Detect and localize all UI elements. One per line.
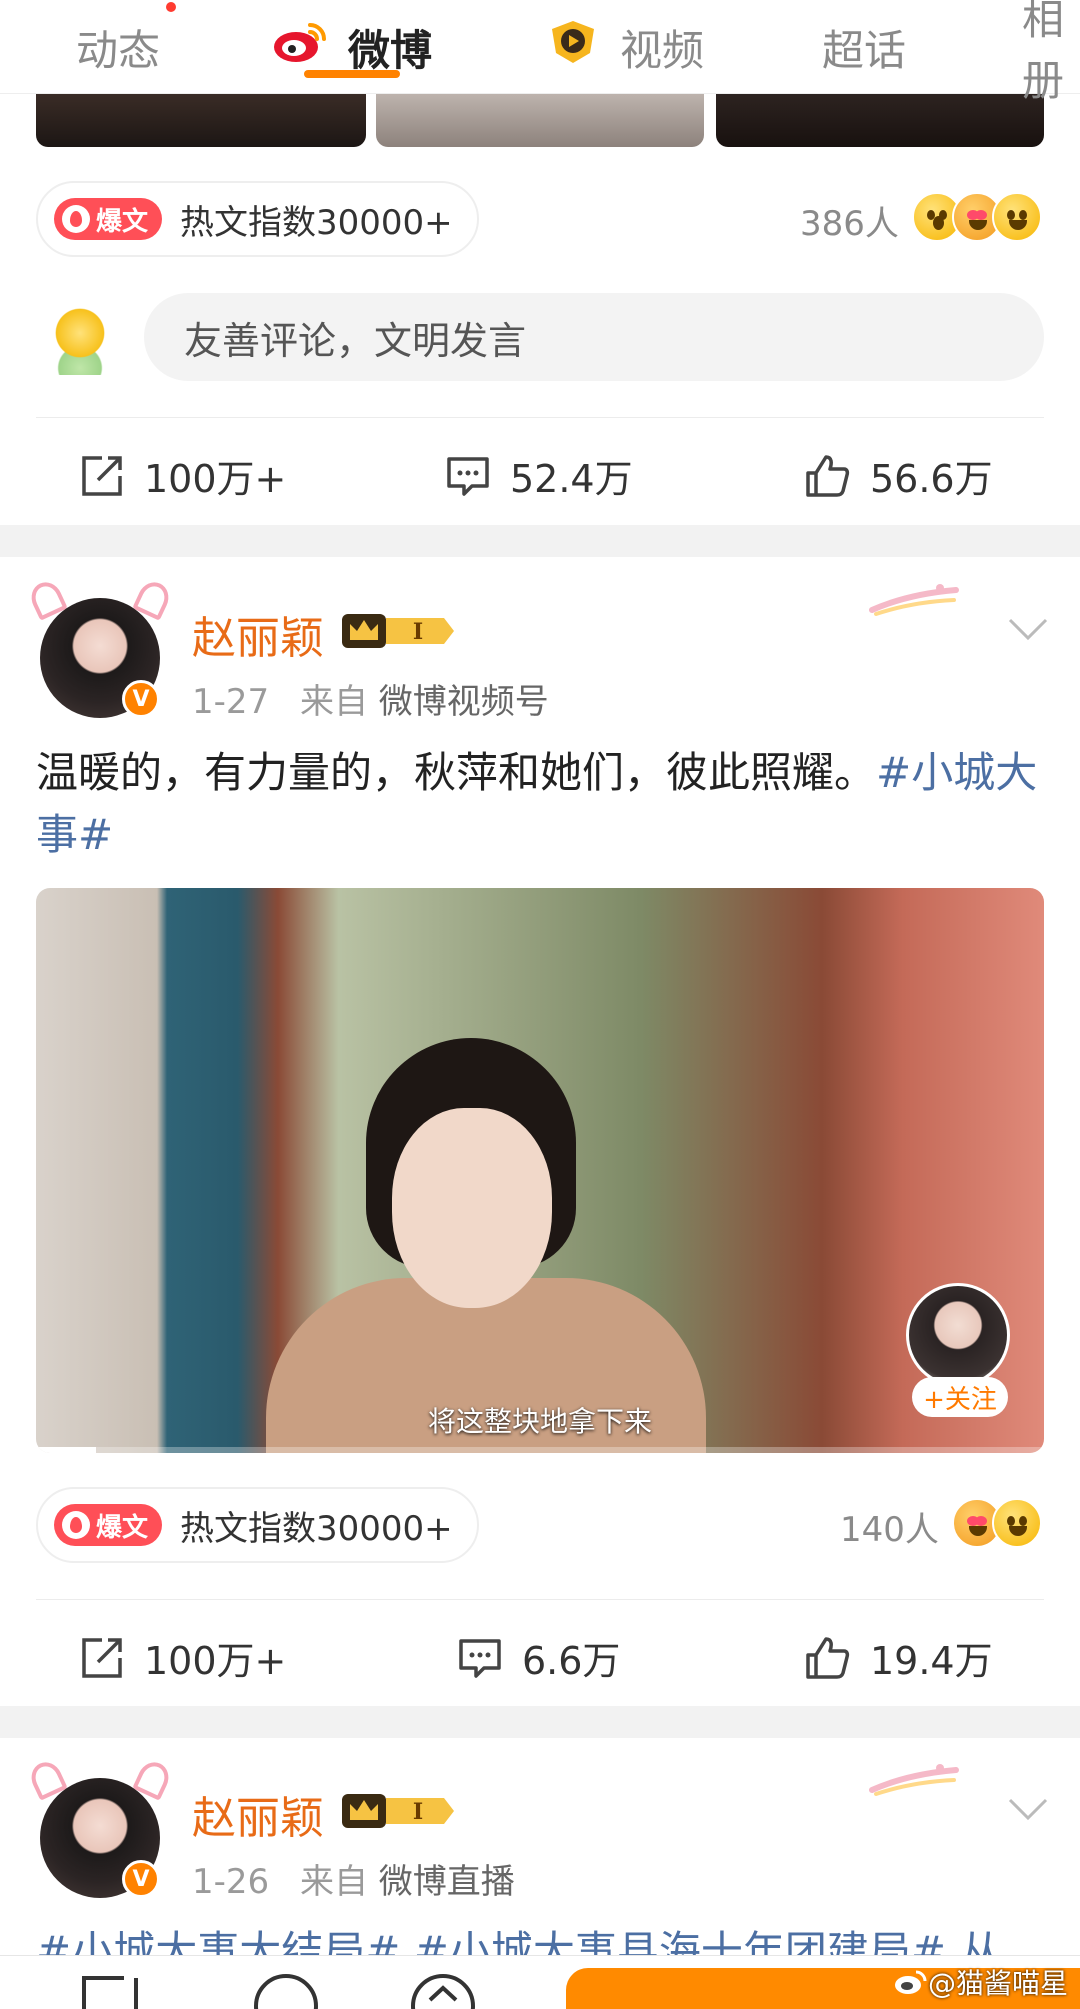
hot-badge-label: 爆文 bbox=[96, 1512, 149, 1543]
vip-crown-icon: I bbox=[342, 1794, 454, 1828]
like-count: 19.4万 bbox=[870, 1639, 993, 1683]
reaction-count[interactable]: 140人 bbox=[840, 1502, 939, 1551]
tab-dynamics[interactable]: 动态 bbox=[76, 0, 160, 94]
hot-badge-label: 爆文 bbox=[96, 206, 149, 237]
user-avatar bbox=[48, 305, 112, 375]
post-meta: 1-27 来自 微博视频号 bbox=[192, 674, 549, 723]
share-icon bbox=[82, 455, 122, 496]
like-button[interactable]: 56.6万 bbox=[804, 448, 993, 503]
top-tab-bar: 动态 微博 视频 超话 相册 bbox=[0, 0, 1080, 105]
repost-count: 100万+ bbox=[144, 457, 287, 501]
comment-button[interactable]: 6.6万 bbox=[458, 1630, 620, 1685]
post-source[interactable]: 微博视频号 bbox=[379, 682, 549, 722]
weibo-logo-icon bbox=[894, 1970, 927, 1994]
watermark: @猫酱喵星 bbox=[894, 1962, 1068, 2002]
comment-count: 6.6万 bbox=[522, 1639, 621, 1683]
author-avatar[interactable]: V bbox=[26, 577, 174, 718]
tab-label: 超话 bbox=[822, 25, 907, 75]
tab-label: 微博 bbox=[348, 25, 433, 75]
chevron-down-icon[interactable] bbox=[1006, 616, 1050, 642]
follow-button[interactable]: +关注 bbox=[912, 1377, 1008, 1417]
post-date: 1-26 bbox=[192, 1862, 270, 1902]
hot-badge: 爆文 bbox=[54, 198, 163, 240]
watermark-text: @猫酱喵星 bbox=[927, 1967, 1068, 2000]
weibo-logo-icon bbox=[272, 19, 330, 75]
from-prefix: 来自 bbox=[299, 682, 368, 722]
comment-input[interactable]: 友善评论，文明发言 bbox=[144, 293, 1044, 381]
tab-label: 相册 bbox=[1022, 0, 1065, 105]
post-image-3[interactable] bbox=[716, 94, 1044, 147]
video-player[interactable]: 将这整块地拿下来 +关注 bbox=[36, 888, 1044, 1453]
hot-post-pill[interactable]: 爆文 热文指数30000+ bbox=[36, 181, 479, 257]
post-text: 温暖的，有力量的，秋萍和她们，彼此照耀。#小城大事# bbox=[36, 742, 1046, 866]
repost-button[interactable]: 100万+ bbox=[80, 1630, 286, 1685]
video-progress-bar[interactable] bbox=[36, 1447, 1044, 1453]
hot-badge: 爆文 bbox=[54, 1504, 163, 1546]
grin-emoji-icon bbox=[992, 192, 1042, 242]
tab-super-topic[interactable]: 超话 bbox=[822, 0, 906, 94]
like-count: 56.6万 bbox=[870, 457, 993, 501]
post-image-2[interactable] bbox=[376, 94, 704, 147]
divider bbox=[36, 1599, 1044, 1600]
tab-label: 视频 bbox=[620, 25, 705, 75]
reaction-count[interactable]: 386人 bbox=[800, 196, 899, 245]
mini-avatar[interactable] bbox=[906, 1283, 1010, 1387]
comment-icon bbox=[459, 1638, 501, 1678]
from-prefix: 来自 bbox=[299, 1862, 368, 1902]
verified-badge-icon: V bbox=[122, 680, 160, 718]
post-meta: 1-26 来自 微博直播 bbox=[192, 1854, 515, 1903]
card-flair-decoration-icon bbox=[869, 1764, 959, 1796]
add-icon[interactable] bbox=[252, 1972, 322, 2009]
author-name[interactable]: 赵丽颖 bbox=[192, 1782, 324, 1846]
comment-count: 52.4万 bbox=[510, 457, 633, 501]
video-frame-person bbox=[266, 1038, 706, 1453]
post-body: 温暖的，有力量的，秋萍和她们，彼此照耀。 bbox=[36, 748, 877, 797]
notification-dot bbox=[166, 2, 176, 12]
flame-icon bbox=[62, 1511, 90, 1539]
share-icon[interactable] bbox=[80, 1972, 160, 2009]
tab-weibo[interactable]: 微博 bbox=[272, 0, 432, 94]
feed-separator bbox=[0, 525, 1080, 557]
chevron-down-icon[interactable] bbox=[1006, 1796, 1050, 1822]
comment-icon bbox=[447, 456, 489, 496]
repost-button[interactable]: 100万+ bbox=[80, 448, 286, 503]
repost-count: 100万+ bbox=[144, 1639, 287, 1683]
grin-emoji-icon bbox=[992, 1498, 1042, 1548]
feed-separator bbox=[0, 1706, 1080, 1738]
video-subtitle: 将这整块地拿下来 bbox=[427, 1405, 652, 1438]
hot-post-pill[interactable]: 爆文 热文指数30000+ bbox=[36, 1487, 479, 1563]
tab-album[interactable]: 相册 bbox=[1022, 0, 1080, 105]
video-logo-icon bbox=[544, 19, 602, 75]
hot-index: 热文指数30000+ bbox=[180, 1508, 453, 1549]
post-date: 1-27 bbox=[192, 682, 270, 722]
vip-level: I bbox=[413, 1799, 423, 1825]
up-arrow-icon[interactable] bbox=[408, 1972, 478, 2009]
thumbs-up-icon bbox=[806, 454, 850, 497]
tab-label: 动态 bbox=[76, 25, 161, 75]
vip-level: I bbox=[413, 619, 423, 645]
card-flair-decoration-icon bbox=[869, 584, 959, 616]
comment-button[interactable]: 52.4万 bbox=[446, 448, 633, 503]
divider bbox=[36, 417, 1044, 418]
video-progress-fill bbox=[36, 1447, 97, 1453]
hot-index: 热文指数30000+ bbox=[180, 202, 453, 243]
author-name[interactable]: 赵丽颖 bbox=[192, 602, 324, 666]
verified-badge-icon: V bbox=[122, 1860, 160, 1898]
author-avatar[interactable]: V bbox=[26, 1757, 174, 1898]
comment-row: 友善评论，文明发言 bbox=[0, 285, 1080, 381]
share-icon bbox=[82, 1637, 122, 1678]
tab-video[interactable]: 视频 bbox=[544, 0, 704, 94]
thumbs-up-icon bbox=[806, 1636, 850, 1679]
flame-icon bbox=[62, 205, 90, 233]
post-image-1[interactable] bbox=[36, 94, 366, 147]
active-tab-indicator bbox=[304, 70, 400, 78]
post-source[interactable]: 微博直播 bbox=[379, 1862, 515, 1902]
vip-crown-icon: I bbox=[342, 614, 454, 648]
like-button[interactable]: 19.4万 bbox=[804, 1630, 993, 1685]
